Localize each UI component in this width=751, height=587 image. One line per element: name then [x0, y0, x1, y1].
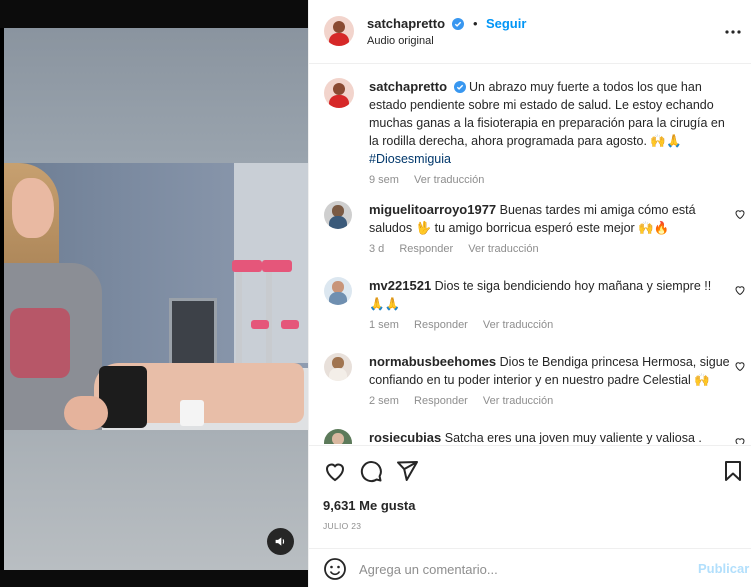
comment-item: miguelitoarroyo1977 Buenas tardes mi ami…: [309, 198, 751, 268]
verified-badge-icon: [453, 81, 466, 93]
more-options-button[interactable]: [721, 22, 745, 42]
comment-username[interactable]: rosiecubias: [369, 430, 441, 444]
media-letterbox-top: [0, 0, 308, 28]
comment-composer: Publicar: [309, 548, 751, 587]
caption-username[interactable]: satchapretto: [369, 79, 447, 94]
comment-text: Dios te Bendiga princesa Hermosa, sigue: [499, 355, 730, 369]
avatar[interactable]: [324, 201, 352, 229]
comment-item: mv221521 Dios te siga bendiciendo hoy ma…: [309, 274, 751, 344]
heart-icon[interactable]: [734, 208, 746, 220]
avatar[interactable]: [324, 16, 354, 46]
author-username[interactable]: satchapretto: [367, 16, 445, 31]
reply-button[interactable]: Responder: [414, 395, 468, 407]
caption-text: muchas ganas a la fisioterapia en prepar…: [369, 116, 725, 130]
comment-text: Satcha eres una joven muy valiente y val…: [444, 431, 702, 444]
caption: satchapretto Un abrazo muy fuerte a todo…: [309, 64, 751, 189]
more-options-icon: [725, 30, 741, 34]
caption-text: la rodilla derecha, ahora programada par…: [369, 134, 682, 148]
translate-link[interactable]: Ver traducción: [483, 319, 553, 331]
comment-text: confiando en tu poder interior y en nues…: [369, 373, 710, 387]
verified-badge-icon: [452, 18, 465, 30]
follow-button[interactable]: Seguir: [486, 16, 526, 31]
bookmark-icon[interactable]: [721, 459, 745, 483]
heart-icon[interactable]: [323, 459, 347, 483]
comment-item: rosiecubias Satcha eres una joven muy va…: [309, 426, 751, 444]
post-actions: 9,631 Me gusta JULIO 23 Publicar: [309, 445, 751, 587]
comment-text: Dios te siga bendiciendo hoy mañana y si…: [434, 279, 712, 293]
reply-button[interactable]: Responder: [414, 319, 468, 331]
publish-button[interactable]: Publicar: [698, 561, 749, 576]
heart-icon[interactable]: [734, 436, 746, 444]
comment-text: 🙏🙏: [369, 297, 401, 311]
comment-timestamp[interactable]: 3 d: [369, 243, 384, 255]
like-count[interactable]: 9,631 Me gusta: [323, 498, 416, 513]
comment-text: saludos 🖖 tu amigo borricua esperó este …: [369, 221, 670, 235]
avatar[interactable]: [324, 353, 352, 381]
media-letterbox-bottom: [0, 570, 308, 587]
comment-username[interactable]: normabusbeehomes: [369, 354, 496, 369]
comment-icon[interactable]: [359, 459, 383, 483]
comment-input[interactable]: [359, 559, 679, 579]
comment-timestamp[interactable]: 1 sem: [369, 319, 399, 331]
comment-username[interactable]: miguelitoarroyo1977: [369, 202, 496, 217]
heart-icon[interactable]: [734, 284, 746, 296]
comment-username[interactable]: mv221521: [369, 278, 431, 293]
heart-icon[interactable]: [734, 360, 746, 372]
caption-text: estado pendiente sobre mi estado de salu…: [369, 98, 714, 112]
post-date[interactable]: JULIO 23: [323, 521, 361, 531]
audio-label[interactable]: Audio original: [367, 35, 434, 47]
reply-button[interactable]: Responder: [399, 243, 453, 255]
emoji-icon[interactable]: [323, 557, 347, 581]
avatar[interactable]: [324, 277, 352, 305]
translate-link[interactable]: Ver traducción: [483, 395, 553, 407]
caption-text: Un abrazo muy fuerte a todos los que han: [469, 80, 702, 94]
translate-link[interactable]: Ver traducción: [468, 243, 538, 255]
post-header: satchapretto • Seguir Audio original: [309, 0, 751, 64]
avatar[interactable]: [324, 429, 352, 444]
speaker-icon: [275, 537, 285, 546]
comments-list[interactable]: satchapretto Un abrazo muy fuerte a todo…: [309, 64, 751, 444]
caption-timestamp[interactable]: 9 sem: [369, 174, 399, 186]
sound-toggle-button[interactable]: [267, 528, 294, 555]
video-player[interactable]: [4, 28, 308, 570]
comment-timestamp[interactable]: 2 sem: [369, 395, 399, 407]
hashtag-link[interactable]: #Diosesmiguia: [369, 150, 744, 168]
share-icon[interactable]: [395, 459, 419, 483]
translate-link[interactable]: Ver traducción: [414, 174, 484, 186]
comment-text: Buenas tardes mi amiga cómo está: [499, 203, 696, 217]
comment-item: normabusbeehomes Dios te Bendiga princes…: [309, 350, 751, 420]
avatar[interactable]: [324, 78, 354, 108]
post-panel: satchapretto • Seguir Audio original sat…: [308, 0, 751, 587]
post-media[interactable]: [0, 0, 308, 587]
